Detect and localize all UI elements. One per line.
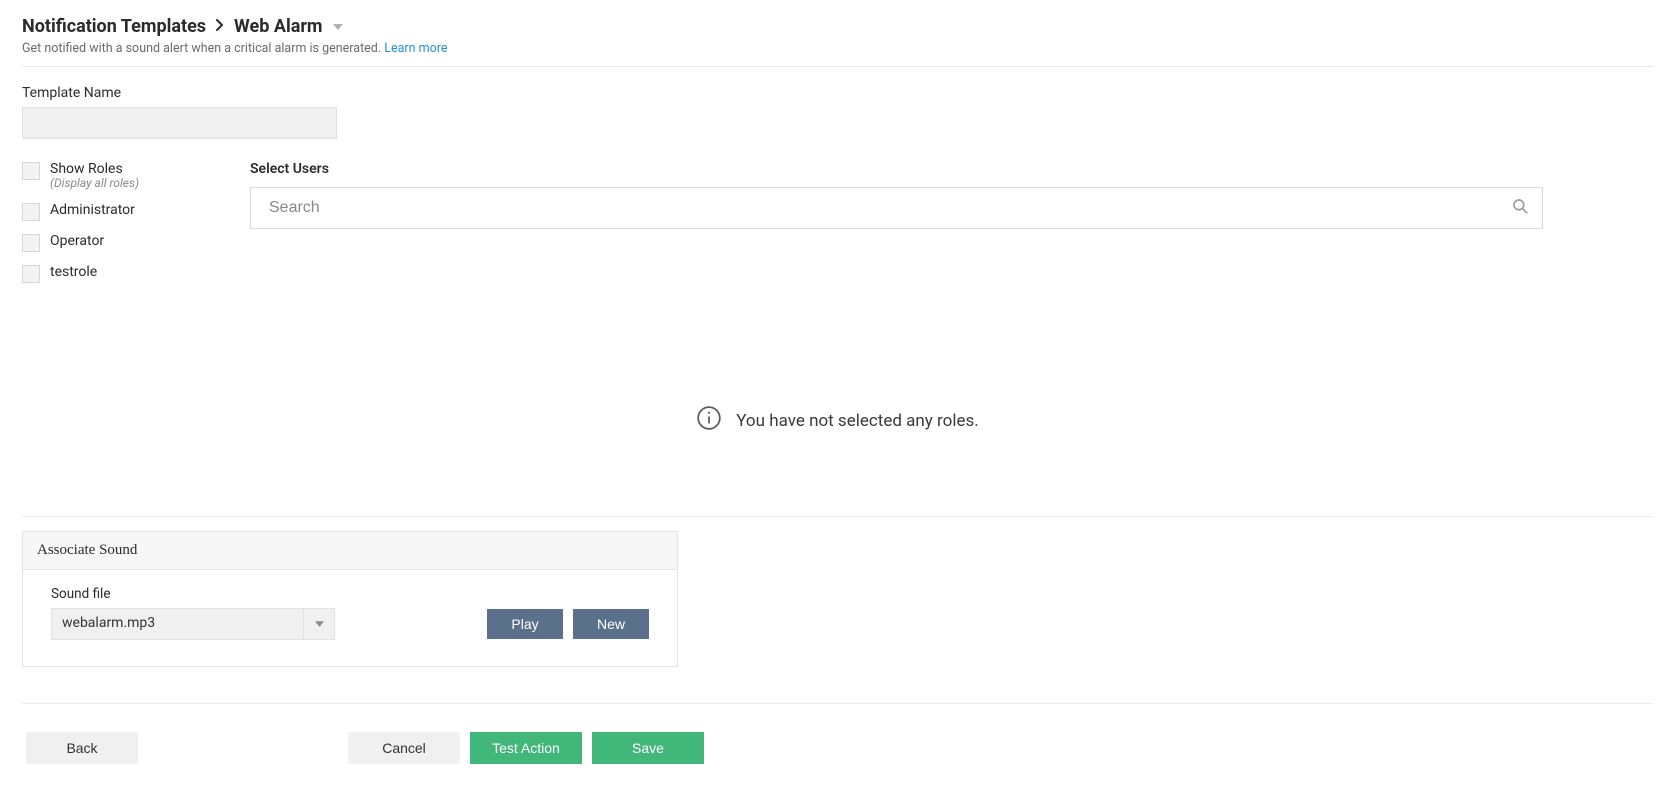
select-users-label: Select Users	[250, 161, 1543, 177]
breadcrumb-parent[interactable]: Notification Templates	[22, 16, 206, 37]
breadcrumb-current: Web Alarm	[234, 16, 322, 37]
search-icon[interactable]	[1511, 197, 1529, 219]
role-checkbox[interactable]	[22, 203, 40, 221]
subtitle-text: Get notified with a sound alert when a c…	[22, 41, 381, 56]
empty-state-text: You have not selected any roles.	[736, 411, 978, 431]
caret-down-icon[interactable]	[304, 609, 334, 639]
new-button[interactable]: New	[573, 609, 649, 639]
role-checkbox[interactable]	[22, 234, 40, 252]
back-button[interactable]: Back	[26, 732, 138, 764]
role-checkbox[interactable]	[22, 265, 40, 283]
sound-file-value: webalarm.mp3	[52, 609, 304, 639]
breadcrumb: Notification Templates Web Alarm	[22, 12, 1653, 37]
associate-sound-card: Associate Sound Sound file webalarm.mp3 …	[22, 531, 678, 667]
search-input[interactable]	[250, 187, 1543, 229]
divider	[22, 66, 1653, 67]
show-roles-hint: (Display all roles)	[50, 176, 139, 190]
save-button[interactable]: Save	[592, 732, 704, 764]
play-button[interactable]: Play	[487, 609, 563, 639]
actions-row: Back Cancel Test Action Save	[22, 732, 1653, 764]
role-row: testrole	[22, 264, 250, 283]
info-icon	[696, 405, 722, 436]
show-roles-row: Show Roles (Display all roles)	[22, 161, 250, 190]
sound-file-label: Sound file	[51, 586, 649, 602]
page-subtitle: Get notified with a sound alert when a c…	[22, 41, 1653, 56]
role-label: Operator	[50, 233, 104, 249]
chevron-right-icon	[216, 19, 224, 35]
show-roles-checkbox[interactable]	[22, 162, 40, 180]
roles-column: Show Roles (Display all roles) Administr…	[22, 161, 250, 295]
template-name-label: Template Name	[22, 85, 1653, 101]
card-title: Associate Sound	[23, 532, 677, 570]
caret-down-icon[interactable]	[333, 24, 343, 30]
learn-more-link[interactable]: Learn more	[384, 41, 447, 56]
role-label: Administrator	[50, 202, 135, 218]
cancel-button[interactable]: Cancel	[348, 732, 460, 764]
empty-state: You have not selected any roles.	[22, 405, 1653, 436]
show-roles-label: Show Roles	[50, 161, 123, 177]
template-name-input[interactable]	[22, 107, 337, 139]
role-row: Administrator	[22, 202, 250, 221]
role-label: testrole	[50, 264, 97, 280]
users-column: Select Users	[250, 161, 1653, 229]
sound-file-select[interactable]: webalarm.mp3	[51, 608, 335, 640]
role-row: Operator	[22, 233, 250, 252]
search-wrap	[250, 187, 1543, 229]
divider	[22, 516, 1653, 517]
test-action-button[interactable]: Test Action	[470, 732, 582, 764]
divider	[22, 703, 1653, 704]
